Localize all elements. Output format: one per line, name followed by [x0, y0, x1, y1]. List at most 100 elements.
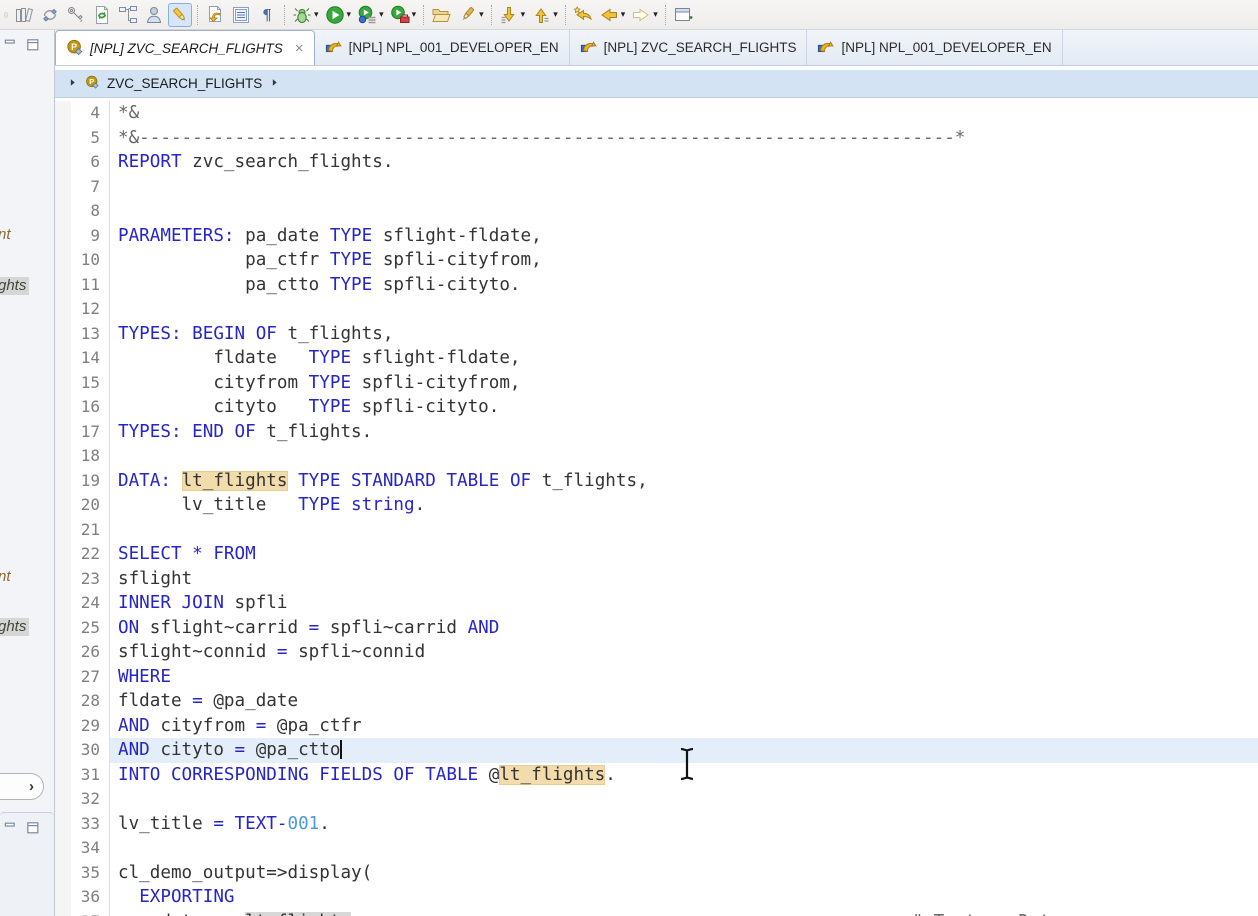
debug-button[interactable]: ▾: [290, 3, 321, 27]
code-text[interactable]: [109, 787, 1258, 812]
code-line[interactable]: 4*&: [55, 101, 1258, 126]
code-text[interactable]: sflight~connid = spfli~connid: [109, 640, 1258, 665]
code-line[interactable]: 22SELECT * FROM: [55, 542, 1258, 567]
code-line[interactable]: 25ON sflight~carrid = spfli~carrid AND: [55, 616, 1258, 641]
code-line[interactable]: 5*&-------------------------------------…: [55, 126, 1258, 151]
code-text[interactable]: DATA: lt_flights TYPE STANDARD TABLE OF …: [109, 469, 1258, 494]
left-panel-item-fragment[interactable]: ghts: [0, 618, 29, 636]
code-text[interactable]: sflight: [109, 567, 1258, 592]
marker-pen-button[interactable]: ▾: [455, 3, 486, 27]
code-line[interactable]: 11 pa_ctto TYPE spfli-cityto.: [55, 273, 1258, 298]
user-profile-icon[interactable]: [142, 3, 166, 27]
code-line[interactable]: 9PARAMETERS: pa_date TYPE sflight-fldate…: [55, 224, 1258, 249]
code-text[interactable]: INTO CORRESPONDING FIELDS OF TABLE @lt_f…: [109, 763, 1258, 788]
code-line[interactable]: 21: [55, 518, 1258, 543]
check-list-button[interactable]: [229, 3, 253, 27]
code-text[interactable]: TYPES: END OF t_flights.: [109, 420, 1258, 445]
code-text[interactable]: fldate = @pa_date: [109, 689, 1258, 714]
new-window-button[interactable]: [671, 3, 695, 27]
code-text[interactable]: lv_title = TEXT-001.: [109, 812, 1258, 837]
code-line[interactable]: 17TYPES: END OF t_flights.: [55, 420, 1258, 445]
highlight-toggle-button[interactable]: [168, 3, 192, 27]
code-area[interactable]: 4*&5*&----------------------------------…: [55, 98, 1258, 916]
code-line[interactable]: 6REPORT zvc_search_flights.: [55, 150, 1258, 175]
code-text[interactable]: [109, 518, 1258, 543]
run-button[interactable]: ▾: [323, 3, 354, 27]
code-text[interactable]: cityfrom TYPE spfli-cityfrom,: [109, 371, 1258, 396]
code-line[interactable]: 18: [55, 444, 1258, 469]
clipped-icon[interactable]: [0, 3, 10, 27]
library-icon[interactable]: [12, 3, 36, 27]
code-line[interactable]: 15 cityfrom TYPE spfli-cityfrom,: [55, 371, 1258, 396]
chevron-right-icon[interactable]: [269, 76, 280, 91]
maximize-view-icon[interactable]: [24, 36, 42, 54]
last-edit-location-button[interactable]: [571, 3, 595, 27]
code-line[interactable]: 14 fldate TYPE sflight-fldate,: [55, 346, 1258, 371]
show-whitespace-toggle[interactable]: ¶: [255, 3, 279, 27]
code-text[interactable]: [109, 444, 1258, 469]
left-panel-item-fragment[interactable]: nt: [0, 226, 11, 243]
code-text[interactable]: *&--------------------------------------…: [109, 126, 1258, 151]
previous-annotation-button[interactable]: ▾: [529, 3, 560, 27]
code-text[interactable]: EXPORTING: [109, 885, 1258, 910]
profile-button[interactable]: ▾: [355, 3, 386, 27]
back-button[interactable]: ▾: [597, 3, 628, 27]
code-line[interactable]: 23sflight: [55, 567, 1258, 592]
code-text[interactable]: TYPES: BEGIN OF t_flights,: [109, 322, 1258, 347]
code-line[interactable]: 32: [55, 787, 1258, 812]
code-text[interactable]: AND cityto = @pa_ctto: [109, 738, 1258, 763]
maximize-view-icon[interactable]: [24, 819, 42, 837]
keys-icon[interactable]: [64, 3, 88, 27]
next-annotation-button[interactable]: ▾: [497, 3, 528, 27]
breadcrumb-object-name[interactable]: ZVC_SEARCH_FLIGHTS: [107, 76, 262, 91]
code-line[interactable]: 19DATA: lt_flights TYPE STANDARD TABLE O…: [55, 469, 1258, 494]
code-text[interactable]: pa_ctto TYPE spfli-cityto.: [109, 273, 1258, 298]
tab-zvc-search-flights-gui[interactable]: [NPL] ZVC_SEARCH_FLIGHTS: [570, 30, 808, 65]
left-panel-item-fragment[interactable]: nt: [0, 568, 11, 585]
code-line[interactable]: 7: [55, 175, 1258, 200]
hierarchy-icon[interactable]: [116, 3, 140, 27]
code-line[interactable]: 31INTO CORRESPONDING FIELDS OF TABLE @lt…: [55, 763, 1258, 788]
code-text[interactable]: WHERE: [109, 665, 1258, 690]
dropdown-caret-icon[interactable]: ▾: [653, 10, 658, 19]
forward-button[interactable]: ▾: [629, 3, 660, 27]
code-text[interactable]: AND cityfrom = @pa_ctfr: [109, 714, 1258, 739]
dropdown-caret-icon[interactable]: ▾: [553, 10, 558, 19]
minimize-view-icon[interactable]: [2, 819, 20, 837]
code-line[interactable]: 30AND cityto = @pa_ctto: [55, 738, 1258, 763]
code-text[interactable]: data = lt_flights " Text or Data: [109, 910, 1258, 916]
code-text[interactable]: lv_title TYPE string.: [109, 493, 1258, 518]
code-text[interactable]: *&: [109, 101, 1258, 126]
code-line[interactable]: 35cl_demo_output=>display(: [55, 861, 1258, 886]
code-line[interactable]: 16 cityto TYPE spfli-cityto.: [55, 395, 1258, 420]
code-text[interactable]: [109, 836, 1258, 861]
code-text[interactable]: ON sflight~carrid = spfli~carrid AND: [109, 616, 1258, 641]
tab-npl-001-developer-en-2[interactable]: [NPL] NPL_001_DEVELOPER_EN: [807, 30, 1062, 65]
code-text[interactable]: PARAMETERS: pa_date TYPE sflight-fldate,: [109, 224, 1258, 249]
code-text[interactable]: fldate TYPE sflight-fldate,: [109, 346, 1258, 371]
dropdown-caret-icon[interactable]: ▾: [621, 10, 626, 19]
code-line[interactable]: 36 EXPORTING: [55, 885, 1258, 910]
dropdown-caret-icon[interactable]: ▾: [479, 10, 484, 19]
left-panel-item-fragment[interactable]: ghts: [0, 277, 29, 295]
code-text[interactable]: [109, 297, 1258, 322]
code-text[interactable]: SELECT * FROM: [109, 542, 1258, 567]
code-line[interactable]: 34: [55, 836, 1258, 861]
code-line[interactable]: 28fldate = @pa_date: [55, 689, 1258, 714]
chevron-right-icon[interactable]: [67, 76, 78, 91]
sync-icon[interactable]: [38, 3, 62, 27]
code-line[interactable]: 20 lv_title TYPE string.: [55, 493, 1258, 518]
code-line[interactable]: 27WHERE: [55, 665, 1258, 690]
tab-zvc-search-flights-editor[interactable]: P[NPL] ZVC_SEARCH_FLIGHTS×: [55, 30, 315, 65]
code-line[interactable]: 24INNER JOIN spfli: [55, 591, 1258, 616]
code-line[interactable]: 33lv_title = TEXT-001.: [55, 812, 1258, 837]
code-line[interactable]: 12: [55, 297, 1258, 322]
dropdown-caret-icon[interactable]: ▾: [379, 10, 384, 19]
activate-button[interactable]: [203, 3, 227, 27]
dropdown-caret-icon[interactable]: ▾: [347, 10, 352, 19]
code-line[interactable]: 13TYPES: BEGIN OF t_flights,: [55, 322, 1258, 347]
tab-npl-001-developer-en-1[interactable]: [NPL] NPL_001_DEVELOPER_EN: [315, 30, 570, 65]
dropdown-caret-icon[interactable]: ▾: [521, 10, 526, 19]
refresh-document-icon[interactable]: [90, 3, 114, 27]
code-text[interactable]: cityto TYPE spfli-cityto.: [109, 395, 1258, 420]
